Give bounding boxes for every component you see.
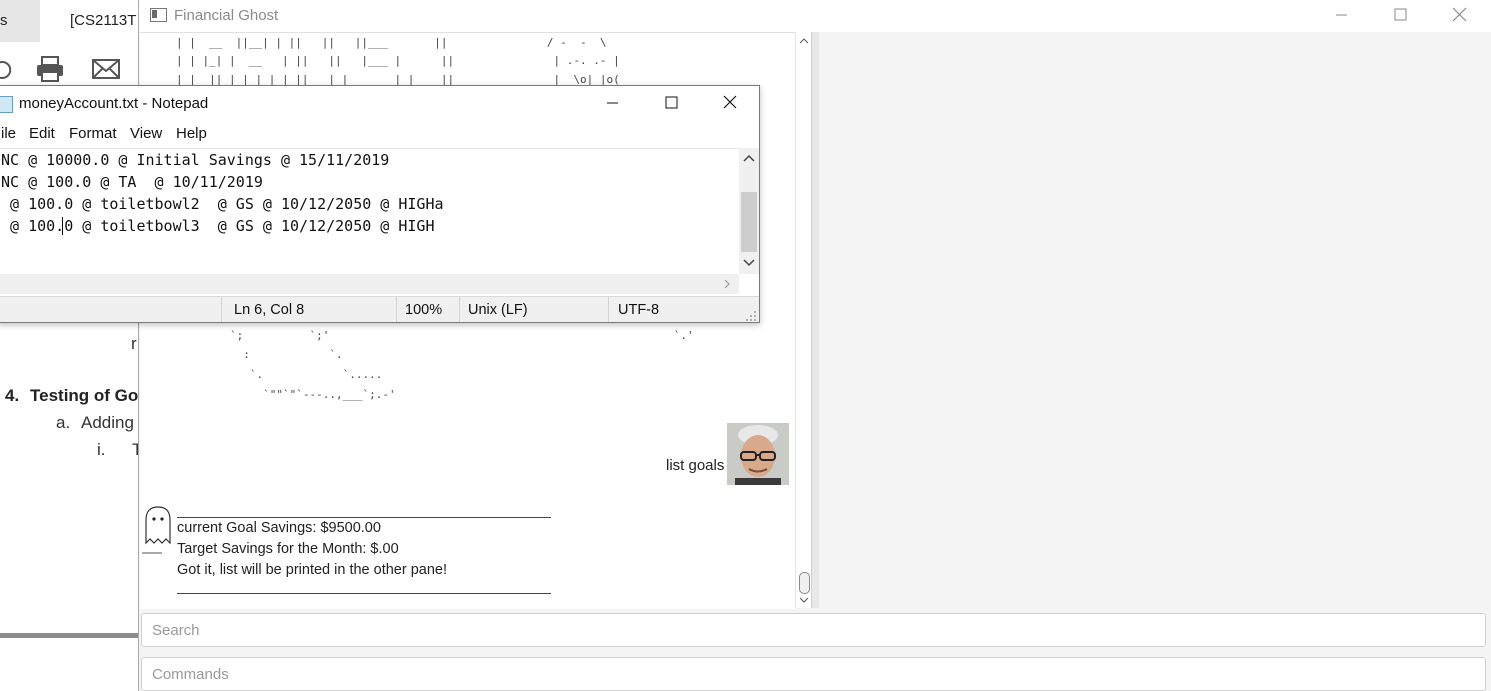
chevron-down-icon[interactable] bbox=[796, 593, 812, 607]
chevron-down-icon[interactable] bbox=[739, 255, 759, 271]
search-input[interactable] bbox=[142, 614, 1485, 646]
ascii-art-bottom-4: `""`"`---..,___`;.-' bbox=[230, 388, 396, 401]
word-scrollbar[interactable] bbox=[0, 633, 140, 638]
status-zoom: 100% bbox=[405, 302, 443, 318]
text-line-2: NC @ 100.0 @ TA @ 10/11/2019 bbox=[1, 173, 263, 191]
fg-window-title: Financial Ghost bbox=[174, 7, 279, 24]
printer-icon[interactable] bbox=[36, 55, 64, 83]
doc-item-a-text: Adding bbox=[81, 413, 134, 432]
user-message: list goals bbox=[666, 457, 725, 474]
resize-grip-icon[interactable] bbox=[745, 310, 757, 322]
ghost-avatar bbox=[140, 498, 176, 554]
command-input[interactable] bbox=[142, 658, 1485, 690]
chevron-right-icon[interactable] bbox=[719, 274, 735, 294]
notepad-statusbar: Ln 6, Col 8 100% Unix (LF) UTF-8 bbox=[0, 296, 759, 322]
text-caret bbox=[62, 217, 63, 235]
user-avatar bbox=[727, 423, 789, 485]
notepad-menubar: ile Edit Format View Help bbox=[0, 122, 759, 146]
status-cursor-position: Ln 6, Col 8 bbox=[234, 302, 305, 318]
status-separator bbox=[608, 297, 609, 322]
close-icon[interactable] bbox=[701, 86, 759, 120]
doc-item-i-marker: i. bbox=[97, 440, 106, 459]
search-field[interactable] bbox=[141, 613, 1486, 647]
word-tab-current-label: [CS2113T bbox=[70, 12, 137, 29]
doc-heading-number: 4. bbox=[5, 386, 20, 405]
maximize-icon[interactable] bbox=[642, 86, 700, 120]
word-tab-current[interactable]: [CS2113T bbox=[40, 0, 140, 42]
doc-heading-text: Testing of Go bbox=[30, 386, 139, 405]
list-output-pane bbox=[819, 32, 1491, 608]
chevron-up-icon[interactable] bbox=[739, 151, 759, 167]
status-line-ending: Unix (LF) bbox=[468, 302, 528, 318]
ascii-art-top-2: | | |_| | __ | || || |___ | || | .-. .- … bbox=[176, 54, 620, 67]
bot-message-divider-top bbox=[177, 507, 551, 518]
word-tab-previous[interactable]: s bbox=[0, 0, 40, 42]
fg-titlebar[interactable]: Financial Ghost bbox=[139, 0, 1491, 32]
close-icon[interactable] bbox=[1430, 0, 1488, 32]
chat-scrollbar[interactable] bbox=[795, 32, 812, 608]
text-line-1: NC @ 10000.0 @ Initial Savings @ 15/11/2… bbox=[1, 151, 390, 169]
menu-format[interactable]: Format bbox=[69, 125, 117, 142]
notepad-scrollbar-thumb[interactable] bbox=[741, 192, 757, 252]
status-separator bbox=[459, 297, 460, 322]
chat-scrollbar-thumb[interactable] bbox=[799, 572, 810, 594]
notepad-text-area[interactable]: NC @ 10000.0 @ Initial Savings @ 15/11/2… bbox=[0, 148, 739, 275]
menu-edit[interactable]: Edit bbox=[29, 125, 55, 142]
text-line-4: @ 100.0 @ toiletbowl3 @ GS @ 10/12/2050 … bbox=[1, 217, 435, 235]
notepad-icon bbox=[0, 96, 13, 113]
ascii-art-top-1: | | __ ||__| | || || ||___ || / - - \ bbox=[176, 36, 607, 49]
ascii-art-bottom-3: `. `..... bbox=[230, 368, 383, 381]
status-encoding: UTF-8 bbox=[618, 302, 660, 318]
menu-help[interactable]: Help bbox=[176, 125, 207, 142]
bot-line-target-savings: Target Savings for the Month: $.00 bbox=[177, 541, 399, 557]
bot-line-confirmation: Got it, list will be printed in the othe… bbox=[177, 562, 448, 578]
bot-message: current Goal Savings: $9500.00 Target Sa… bbox=[177, 507, 551, 594]
ascii-art-bottom-2: : `. bbox=[230, 348, 343, 361]
word-tab-previous-label: s bbox=[0, 12, 8, 29]
maximize-icon[interactable] bbox=[1371, 0, 1429, 32]
minimize-icon[interactable] bbox=[1312, 0, 1370, 32]
ascii-art-bottom-1: `; `;' `.' bbox=[230, 329, 694, 342]
notepad-window: moneyAccount.txt - Notepad ile Edit Form… bbox=[0, 85, 760, 323]
bot-line-goal-savings: current Goal Savings: $9500.00 bbox=[177, 520, 381, 536]
email-icon[interactable] bbox=[92, 55, 120, 83]
minimize-icon[interactable] bbox=[583, 86, 641, 120]
redo-icon[interactable] bbox=[0, 55, 12, 81]
status-separator bbox=[221, 297, 222, 322]
chevron-up-icon[interactable] bbox=[796, 34, 812, 48]
notepad-horizontal-scrollbar[interactable] bbox=[0, 274, 739, 294]
notepad-vertical-scrollbar[interactable] bbox=[739, 148, 759, 274]
app-window-icon bbox=[150, 8, 167, 22]
doc-stray-char: r bbox=[131, 334, 137, 353]
text-line-3: @ 100.0 @ toiletbowl2 @ GS @ 10/12/2050 … bbox=[1, 195, 444, 213]
command-field[interactable] bbox=[141, 657, 1486, 691]
status-separator bbox=[396, 297, 397, 322]
notepad-title: moneyAccount.txt - Notepad bbox=[19, 95, 209, 112]
menu-view[interactable]: View bbox=[130, 125, 162, 142]
bot-message-divider-bottom bbox=[177, 581, 551, 594]
notepad-titlebar[interactable]: moneyAccount.txt - Notepad bbox=[0, 86, 759, 120]
menu-file[interactable]: ile bbox=[1, 125, 16, 142]
doc-item-a-marker: a. bbox=[56, 413, 71, 432]
